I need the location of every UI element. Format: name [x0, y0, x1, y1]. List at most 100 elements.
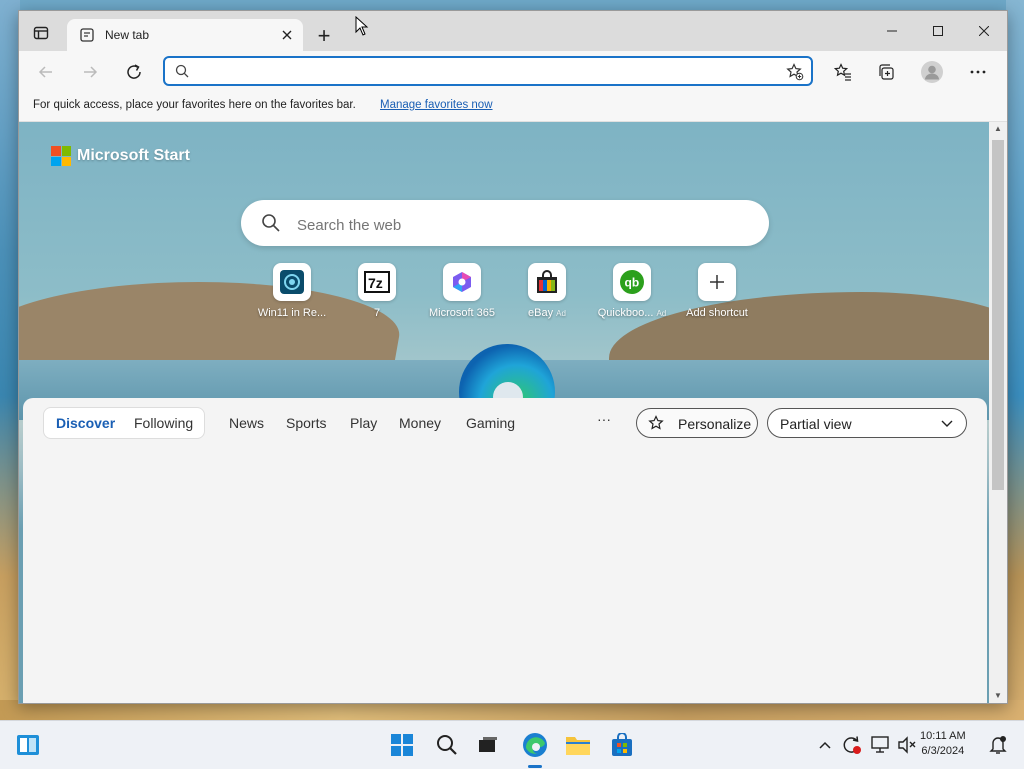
page-scrollbar[interactable]: ▲ ▼ — [989, 122, 1007, 703]
tab-close-button[interactable] — [277, 25, 297, 45]
network-button[interactable] — [869, 729, 893, 761]
edge-taskbar-button[interactable] — [519, 729, 551, 761]
shortcut-quickbooks[interactable]: qb Quickboo... Ad — [592, 263, 672, 319]
file-explorer-button[interactable] — [562, 729, 594, 761]
web-search-box[interactable] — [241, 200, 769, 246]
star-plus-icon — [786, 63, 804, 81]
network-monitor-icon — [871, 736, 889, 753]
favorites-icon — [834, 63, 851, 81]
tab-discover[interactable]: Discover — [56, 415, 115, 431]
shortcut-ebay[interactable]: eBay Ad — [507, 263, 587, 319]
ad-badge: Ad — [556, 309, 566, 318]
web-search-input[interactable] — [295, 214, 739, 236]
bell-icon — [989, 736, 1007, 754]
tab-play[interactable]: Play — [350, 415, 377, 431]
search-button[interactable] — [431, 729, 463, 761]
shortcut-7zip[interactable]: 7z 7 — [337, 263, 417, 319]
minimize-icon — [887, 30, 897, 32]
shortcut-label: Microsoft 365 — [428, 307, 496, 319]
tab-following[interactable]: Following — [134, 415, 193, 431]
add-favorite-button[interactable] — [785, 62, 805, 82]
more-categories-button[interactable]: ··· — [597, 411, 611, 427]
address-bar[interactable] — [163, 56, 813, 86]
tab-money[interactable]: Money — [399, 415, 441, 431]
shortcut-label: Win11 in Re... — [257, 307, 327, 319]
manage-favorites-link[interactable]: Manage favorites now — [380, 99, 493, 111]
forward-button[interactable] — [75, 57, 105, 87]
favorites-bar: For quick access, place your favorites h… — [19, 91, 1007, 122]
profile-button[interactable] — [917, 57, 947, 87]
desktop-background-right — [1006, 0, 1024, 720]
plus-icon: + — [317, 23, 331, 48]
search-icon — [261, 213, 281, 238]
close-window-button[interactable] — [961, 11, 1007, 51]
shortcut-win11[interactable]: Win11 in Re... — [252, 263, 332, 319]
news-feed-panel: Discover Following News Sports Play Mone… — [23, 398, 987, 703]
personalize-label: Personalize — [678, 416, 752, 432]
widgets-button[interactable] — [12, 729, 44, 761]
microsoft-logo-icon — [51, 146, 71, 166]
search-icon — [175, 64, 189, 83]
quickbooks-icon: qb — [613, 263, 651, 301]
microsoft-start-logo[interactable]: Microsoft Start — [51, 146, 190, 166]
new-tab-button[interactable]: + — [311, 23, 337, 49]
settings-more-button[interactable] — [963, 57, 993, 87]
store-button[interactable] — [606, 729, 638, 761]
back-button[interactable] — [31, 57, 61, 87]
tab-actions-button[interactable] — [27, 19, 55, 47]
volume-button[interactable] — [895, 729, 919, 761]
add-shortcut-button[interactable]: Add shortcut — [677, 263, 757, 319]
chevron-down-icon — [940, 416, 954, 435]
sync-alert-icon — [843, 736, 861, 754]
new-tab-page: Microsoft Start Win11 in Re... 7z 7 — [19, 122, 989, 703]
collections-icon — [879, 64, 894, 80]
personalize-button[interactable]: Personalize — [636, 408, 758, 438]
maximize-button[interactable] — [915, 11, 961, 51]
search-icon — [437, 735, 457, 755]
close-icon — [282, 30, 292, 40]
scroll-up-arrow-icon[interactable]: ▲ — [989, 122, 1007, 136]
folder-icon — [566, 737, 590, 755]
clock-time: 10:11 AM — [920, 730, 966, 742]
notifications-button[interactable] — [986, 729, 1010, 761]
minimize-button[interactable] — [869, 11, 915, 51]
tab-gaming[interactable]: Gaming — [466, 415, 515, 431]
favorites-button[interactable] — [828, 57, 858, 87]
star-settings-icon — [648, 415, 666, 438]
windows-logo-icon — [391, 734, 413, 756]
tab-sports[interactable]: Sports — [286, 415, 326, 431]
browser-window: New tab + For quick access, place your f… — [18, 10, 1008, 704]
forward-arrow-icon — [84, 66, 98, 78]
shortcut-label: Quickboo... Ad — [597, 307, 667, 319]
scrollbar-thumb[interactable] — [992, 140, 1004, 490]
close-icon — [979, 26, 989, 36]
start-button[interactable] — [386, 729, 418, 761]
new-tab-page-icon — [79, 27, 95, 43]
svg-text:7z: 7z — [368, 275, 383, 291]
show-hidden-icons-button[interactable] — [815, 729, 835, 761]
shortcut-microsoft-365[interactable]: Microsoft 365 — [422, 263, 502, 319]
clock-date: 6/3/2024 — [921, 745, 965, 757]
avatar-icon — [921, 61, 943, 83]
refresh-button[interactable] — [119, 57, 149, 87]
store-bag-icon — [612, 733, 632, 756]
view-mode-value: Partial view — [780, 416, 852, 432]
address-input[interactable] — [201, 62, 775, 82]
task-view-button[interactable] — [472, 729, 504, 761]
favorites-bar-message: For quick access, place your favorites h… — [33, 99, 356, 111]
desktop-background-left — [0, 0, 20, 720]
mouse-cursor-icon — [355, 15, 369, 41]
collections-button[interactable] — [871, 57, 901, 87]
system-clock[interactable]: 10:11 AM 6/3/2024 — [920, 729, 966, 759]
tab-new-tab[interactable]: New tab — [67, 19, 303, 51]
tab-actions-icon — [33, 26, 49, 40]
7zip-icon: 7z — [358, 263, 396, 301]
widgets-icon — [17, 735, 39, 755]
scroll-down-arrow-icon[interactable]: ▼ — [989, 689, 1007, 703]
view-mode-dropdown[interactable]: Partial view — [767, 408, 967, 438]
tab-news[interactable]: News — [229, 415, 264, 431]
browser-toolbar — [19, 51, 1007, 91]
plus-icon — [698, 263, 736, 301]
edge-icon — [523, 733, 547, 757]
sync-status-button[interactable] — [840, 729, 864, 761]
